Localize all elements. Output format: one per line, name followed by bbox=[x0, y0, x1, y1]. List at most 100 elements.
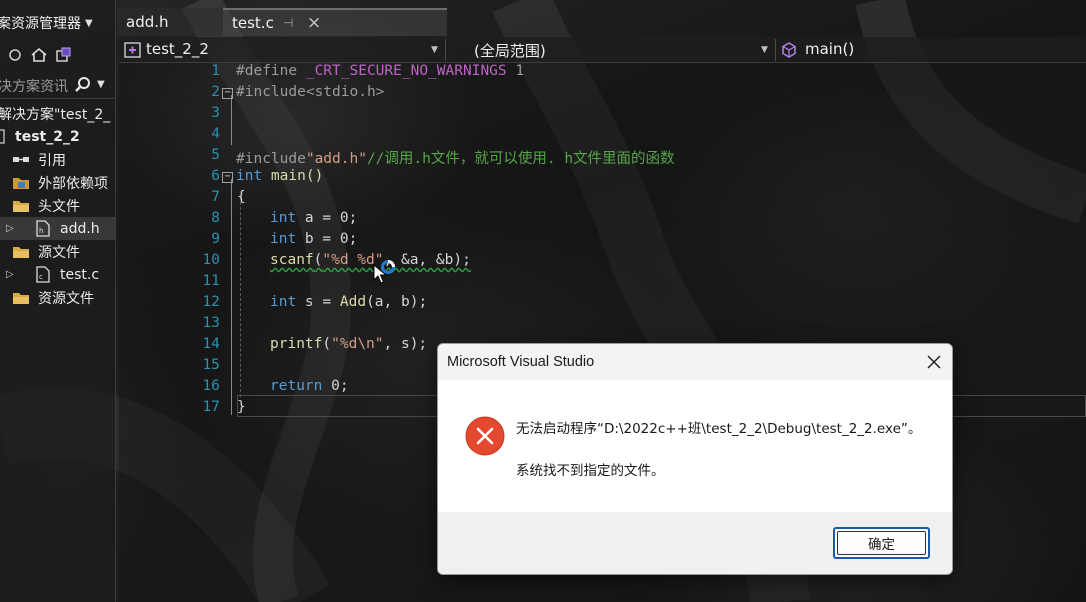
keyword: int bbox=[270, 210, 297, 226]
header-file-icon: h bbox=[36, 220, 54, 237]
project-dropdown[interactable]: test_2_2 ▼ bbox=[119, 39, 446, 61]
code-line: 13 bbox=[119, 315, 1086, 335]
tree-item-label: test.c bbox=[60, 266, 100, 283]
dialog-title: Microsoft Visual Studio bbox=[447, 354, 595, 370]
navigation-bar: test_2_2 ▼ (全局范围) ▼ main() bbox=[119, 37, 1086, 63]
tree-item-label: add.h bbox=[60, 220, 100, 237]
statement: 0; bbox=[322, 378, 349, 394]
error-dialog: Microsoft Visual Studio 无法启动程序“D:\2022c+… bbox=[437, 343, 953, 575]
busy-spinner-icon bbox=[381, 260, 395, 274]
line-number: 14 bbox=[202, 336, 220, 352]
directive: #define bbox=[236, 63, 306, 79]
include-directive: #include bbox=[236, 151, 306, 167]
tree-item-source-files[interactable]: 源文件 bbox=[0, 240, 115, 263]
solution-tree: 解决方案"test_2_ test_2_2 引用 外部依赖项 头文件 ▷ h a… bbox=[0, 102, 115, 309]
solution-explorer-toolbar bbox=[0, 40, 115, 70]
statement: b = 0; bbox=[296, 231, 358, 247]
dialog-body: 无法启动程序“D:\2022c++班\test_2_2\Debug\test_2… bbox=[438, 380, 952, 512]
code-line: 4 bbox=[119, 126, 1086, 146]
member-dropdown[interactable]: main() bbox=[779, 39, 1086, 61]
dialog-footer: 确定 bbox=[438, 512, 952, 574]
chevron-down-icon[interactable]: ▼ bbox=[97, 79, 105, 90]
code-line: 11 bbox=[119, 273, 1086, 293]
tree-item-solution[interactable]: 解决方案"test_2_ bbox=[0, 102, 115, 125]
solution-explorer-search[interactable]: 决方案资讯 ▼ bbox=[0, 73, 115, 99]
tree-item-add-h[interactable]: ▷ h add.h bbox=[0, 217, 115, 240]
line-number: 4 bbox=[211, 126, 220, 142]
scope-dropdown-value: (全局范围) bbox=[474, 42, 546, 60]
line-number: 13 bbox=[202, 315, 220, 331]
line-number: 16 bbox=[202, 378, 220, 394]
c-file-icon: c bbox=[36, 266, 54, 283]
svg-text:h: h bbox=[39, 227, 43, 235]
switch-views-icon[interactable] bbox=[54, 46, 72, 64]
tree-item-resource-files[interactable]: 资源文件 bbox=[0, 286, 115, 309]
paren: ( bbox=[322, 336, 332, 352]
chevron-down-icon: ▼ bbox=[431, 45, 438, 55]
member-dropdown-value: main() bbox=[805, 40, 855, 58]
home-icon[interactable] bbox=[30, 46, 48, 64]
close-icon[interactable]: × bbox=[307, 13, 321, 33]
dialog-title-bar: Microsoft Visual Studio bbox=[438, 344, 952, 380]
close-icon[interactable] bbox=[922, 350, 946, 374]
tree-item-external-deps[interactable]: 外部依赖项 bbox=[0, 171, 115, 194]
dialog-detail: 系统找不到指定的文件。 bbox=[516, 463, 665, 479]
search-icon[interactable] bbox=[74, 76, 92, 98]
line-number: 8 bbox=[211, 210, 220, 226]
ok-button-label: 确定 bbox=[868, 537, 895, 553]
tree-item-label: 资源文件 bbox=[38, 290, 94, 307]
code-line: 7 { bbox=[119, 189, 1086, 209]
function-signature: main() bbox=[262, 168, 324, 184]
tree-item-label: 外部依赖项 bbox=[38, 175, 108, 192]
expand-icon[interactable]: ▷ bbox=[6, 269, 14, 280]
tree-item-references[interactable]: 引用 bbox=[0, 148, 115, 171]
folder-icon bbox=[12, 197, 30, 214]
keyword: int bbox=[270, 231, 297, 247]
line-number: 17 bbox=[202, 399, 220, 415]
function-call: Add bbox=[339, 294, 367, 310]
collapse-icon[interactable]: − bbox=[222, 88, 233, 99]
chevron-down-icon: ▼ bbox=[761, 45, 768, 55]
arguments: , &a, &b); bbox=[383, 252, 471, 268]
code-line: 8 int a = 0; bbox=[119, 210, 1086, 230]
statement: s = bbox=[296, 294, 340, 310]
tree-item-label: 解决方案"test_2_ bbox=[0, 106, 111, 123]
pin-icon[interactable]: ⊣ bbox=[283, 16, 293, 30]
function-call: scanf bbox=[270, 252, 314, 268]
tab-label: add.h bbox=[126, 13, 169, 31]
external-deps-icon bbox=[12, 174, 30, 191]
keyword: int bbox=[270, 294, 297, 310]
tab-add-h[interactable]: add.h bbox=[117, 8, 223, 36]
line-number: 12 bbox=[202, 294, 220, 310]
code-line: 9 int b = 0; bbox=[119, 231, 1086, 251]
arguments: (a, b); bbox=[366, 294, 428, 310]
tree-item-project[interactable]: test_2_2 bbox=[0, 125, 115, 148]
code-line: 2 − #include<stdio.h> bbox=[119, 84, 1086, 104]
tree-item-test-c[interactable]: ▷ c test.c bbox=[0, 263, 115, 286]
line-number: 5 bbox=[211, 147, 220, 163]
method-icon bbox=[782, 42, 796, 62]
format-string: "%d\n" bbox=[331, 336, 384, 352]
back-icon[interactable] bbox=[6, 46, 24, 64]
directive-value: 1 bbox=[506, 63, 525, 79]
line-number: 11 bbox=[202, 273, 220, 289]
tree-item-label: test_2_2 bbox=[15, 128, 80, 145]
ok-button[interactable]: 确定 bbox=[833, 527, 930, 559]
code-line: 3 bbox=[119, 105, 1086, 125]
function-call: printf bbox=[270, 336, 323, 352]
line-number: 7 bbox=[211, 189, 220, 205]
code-line: 6 − int main() bbox=[119, 168, 1086, 188]
chevron-down-icon[interactable]: ▼ bbox=[85, 18, 93, 29]
solution-explorer-title[interactable]: 案资源管理器 ▼ bbox=[0, 10, 115, 36]
expand-icon[interactable]: ▷ bbox=[6, 223, 14, 234]
tab-test-c[interactable]: test.c ⊣ × bbox=[223, 8, 447, 36]
project-icon bbox=[124, 42, 141, 62]
tree-item-header-files[interactable]: 头文件 bbox=[0, 194, 115, 217]
code-line: 5 #include"add.h"//调用.h文件，就可以使用. h文件里面的函… bbox=[119, 147, 1086, 167]
collapse-icon[interactable]: − bbox=[222, 172, 233, 183]
macro-name: _CRT_SECURE_NO_WARNINGS bbox=[305, 63, 507, 79]
error-icon bbox=[465, 416, 505, 456]
solution-explorer: 案资源管理器 ▼ 决方案资讯 ▼ 解决方案"test_2_ test_2_2 引… bbox=[0, 0, 116, 602]
scope-dropdown[interactable]: (全局范围) ▼ bbox=[449, 39, 776, 61]
line-number: 6 bbox=[211, 168, 220, 184]
